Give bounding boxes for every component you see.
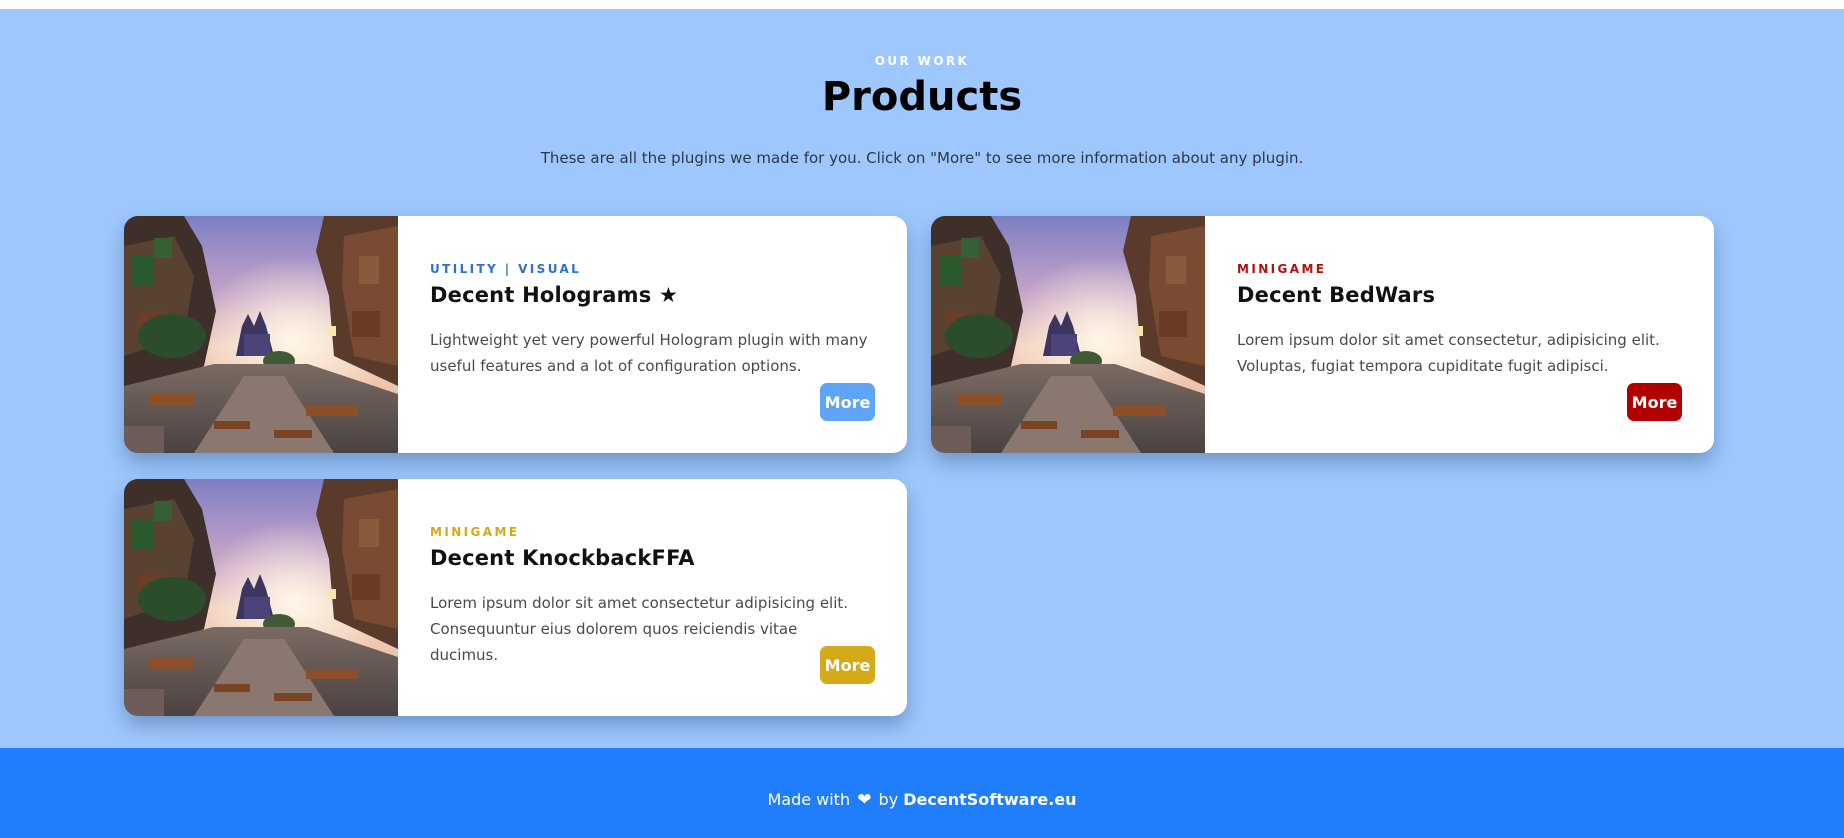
product-image [124,479,398,716]
footer-by: by [878,790,899,809]
product-title: Decent Holograms ★ [430,283,678,307]
product-card-body: MINIGAME Decent KnockbackFFA Lorem ipsum… [398,479,907,716]
product-card-body: MINIGAME Decent BedWars Lorem ipsum dolo… [1205,216,1714,453]
product-description: Lorem ipsum dolor sit amet consectetur a… [430,594,849,664]
more-button[interactable]: More [820,383,875,421]
footer-credit: Made with ❤ by DecentSoftware.eu [0,790,1844,810]
footer: Made with ❤ by DecentSoftware.eu [0,748,1844,838]
more-button[interactable]: More [1627,383,1682,421]
product-image [931,216,1205,453]
page-title: Products [821,74,1023,120]
product-tag: MINIGAME [1237,262,1327,276]
product-image [124,216,398,453]
product-description: Lightweight yet very powerful Hologram p… [430,331,868,375]
product-tag: MINIGAME [430,525,520,539]
product-card-decent-holograms: UTILITY | VISUAL Decent Holograms ★ Ligh… [124,216,907,453]
product-card-decent-knockbackffa: MINIGAME Decent KnockbackFFA Lorem ipsum… [124,479,907,716]
product-description: Lorem ipsum dolor sit amet consectetur, … [1237,331,1660,375]
product-title: Decent KnockbackFFA [430,546,695,570]
products-section: OUR WORK Products These are all the plug… [0,9,1844,748]
footer-prefix: Made with [767,790,851,809]
product-title: Decent BedWars [1237,283,1436,307]
section-eyebrow: OUR WORK [874,54,970,68]
section-subtitle: These are all the plugins we made for yo… [540,149,1304,167]
footer-site-link[interactable]: DecentSoftware.eu [903,790,1076,809]
product-card-decent-bedwars: MINIGAME Decent BedWars Lorem ipsum dolo… [931,216,1714,453]
product-card-body: UTILITY | VISUAL Decent Holograms ★ Ligh… [398,216,907,453]
more-button[interactable]: More [820,646,875,684]
product-tag: UTILITY | VISUAL [430,262,582,276]
heart-icon: ❤ [857,790,872,810]
